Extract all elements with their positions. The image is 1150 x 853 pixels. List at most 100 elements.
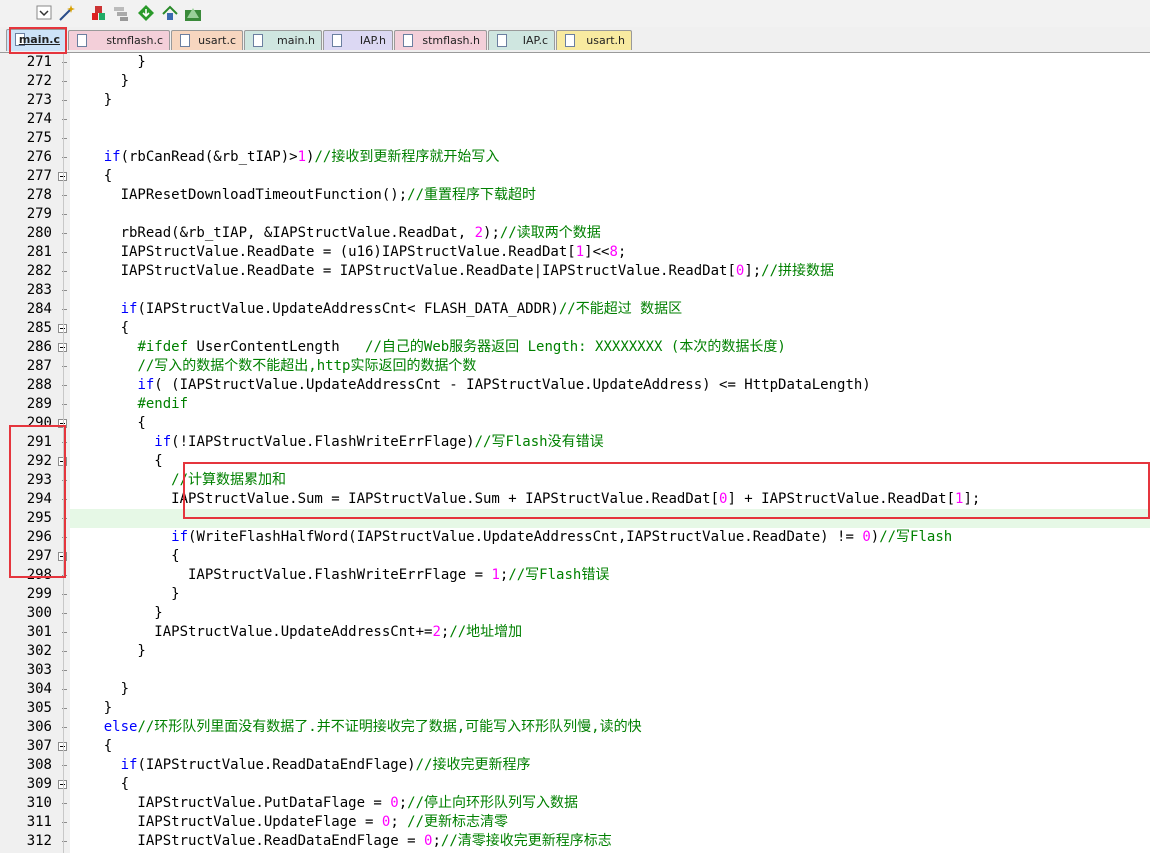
code-token: } — [70, 643, 146, 659]
code-token: //不能超过 数据区 — [558, 301, 683, 317]
line-number: 278 — [26, 187, 52, 203]
line-number: 304 — [26, 681, 52, 697]
code-token: if — [171, 529, 189, 545]
code-line: { — [70, 775, 129, 794]
line-number-gutter: 271 272 273 274 275 276 277 278 279 280 281 282 283 2… — [0, 53, 70, 853]
tab-iap-h[interactable]: IAP.h — [323, 30, 393, 50]
code-token: } — [70, 700, 113, 716]
code-line: //写入的数据个数不能超出,http实际返回的数据个数 — [70, 357, 476, 376]
line-number: 305 — [26, 700, 52, 716]
code-token: UserContentLength — [188, 339, 366, 355]
code-token: IAPStructValue.UpdateAddressCnt+= — [70, 624, 433, 640]
code-token: ; — [432, 833, 441, 849]
code-token: IAPStructValue.ReadDataEndFlage = — [70, 833, 425, 849]
code-token: (WriteFlashHalfWord(IAPStructValue.Updat… — [188, 529, 863, 545]
code-editor[interactable]: } } } if(rbCanRead(&rb_tIAP)>1)//接收到更新程序… — [70, 53, 1150, 853]
file-tab-bar: main.c stmflash.c usart.c main.h IAP.h stmfla… — [0, 27, 1150, 53]
line-number: 274 — [26, 111, 52, 127]
code-token: //自己的Web服务器返回 Length: XXXXXXXX (本次的数据长度) — [365, 339, 786, 355]
code-line: } — [70, 642, 146, 661]
batch-build-icon[interactable] — [112, 4, 130, 22]
code-line: } — [70, 604, 163, 623]
line-number: 298 — [26, 567, 52, 583]
tab-stmflash-h[interactable]: stmflash.h — [394, 30, 487, 50]
code-token: //接收完更新程序 — [415, 757, 531, 773]
code-token: } — [70, 73, 130, 89]
code-line: #endif — [70, 395, 188, 414]
code-line: IAPResetDownloadTimeoutFunction();//重置程序… — [70, 186, 536, 205]
line-number: 286 — [26, 339, 52, 355]
code-token: { — [70, 776, 130, 792]
code-line: IAPStructValue.ReadDate = IAPStructValue… — [70, 262, 834, 281]
code-token: 8 — [609, 244, 618, 260]
code-token: { — [70, 168, 113, 184]
code-line: if(!IAPStructValue.FlashWriteErrFlage)//… — [70, 433, 603, 452]
line-number: 295 — [26, 510, 52, 526]
line-number: 273 — [26, 92, 52, 108]
line-number: 307 — [26, 738, 52, 754]
line-number: 303 — [26, 662, 52, 678]
code-token: { — [70, 415, 146, 431]
line-number: 272 — [26, 73, 52, 89]
tab-label: stmflash.h — [422, 34, 480, 47]
code-token: //写入的数据个数不能超出,http实际返回的数据个数 — [137, 358, 477, 374]
code-line: //计算数据累加和 — [70, 471, 286, 490]
line-number: 311 — [26, 814, 52, 830]
line-number: 271 — [26, 54, 52, 70]
tab-stmflash-c[interactable]: stmflash.c — [68, 30, 170, 50]
code-line: if(rbCanRead(&rb_tIAP)>1)//接收到更新程序就开始写入 — [70, 148, 500, 167]
gutter-separator — [63, 53, 64, 853]
code-token: { — [70, 453, 163, 469]
code-line: if( (IAPStructValue.UpdateAddressCnt - I… — [70, 376, 871, 395]
line-number: 288 — [26, 377, 52, 393]
line-number: 276 — [26, 149, 52, 165]
insert-icon[interactable] — [161, 4, 179, 22]
tab-label: usart.h — [586, 34, 625, 47]
wand-icon[interactable] — [58, 4, 76, 22]
code-token: IAPStructValue.ReadDate = (u16)IAPStruct… — [70, 244, 576, 260]
debug-icon[interactable] — [184, 4, 202, 22]
tab-label: main.c — [18, 33, 60, 46]
code-token: //环形队列里面没有数据了.并不证明接收完了数据,可能写入环形队列慢,读的快 — [137, 719, 642, 735]
code-token: } — [70, 605, 163, 621]
line-number: 289 — [26, 396, 52, 412]
code-line: { — [70, 452, 163, 471]
line-number: 293 — [26, 472, 52, 488]
code-token: } — [70, 92, 113, 108]
code-line: if(IAPStructValue.ReadDataEndFlage)//接收完… — [70, 756, 531, 775]
dropdown-icon[interactable] — [36, 4, 54, 22]
code-token: ]; — [744, 263, 762, 279]
code-token: } — [70, 681, 130, 697]
line-number: 300 — [26, 605, 52, 621]
tab-main-c[interactable]: main.c — [6, 29, 67, 51]
line-number: 279 — [26, 206, 52, 222]
download-icon[interactable] — [137, 4, 155, 22]
code-token: (IAPStructValue.ReadDataEndFlage) — [137, 757, 416, 773]
code-token: 2 — [474, 225, 484, 241]
line-number: 284 — [26, 301, 52, 317]
code-line: } — [70, 53, 145, 72]
code-token: ( (IAPStructValue.UpdateAddressCnt - IAP… — [154, 377, 871, 393]
tab-usart-h[interactable]: usart.h — [556, 30, 632, 50]
tab-usart-c[interactable]: usart.c — [171, 30, 243, 50]
code-token: #ifdef — [137, 339, 189, 355]
code-line: IAPStructValue.FlashWriteErrFlage = 1;//… — [70, 566, 609, 585]
code-line: IAPStructValue.UpdateAddressCnt+=2;//地址增… — [70, 623, 522, 642]
code-line: } — [70, 680, 129, 699]
line-number: 309 — [26, 776, 52, 792]
tab-main-h[interactable]: main.h — [244, 30, 322, 50]
line-number: 312 — [26, 833, 52, 849]
line-number: 280 — [26, 225, 52, 241]
code-line: if(WriteFlashHalfWord(IAPStructValue.Upd… — [70, 528, 952, 547]
code-line: if(IAPStructValue.UpdateAddressCnt< FLAS… — [70, 300, 683, 319]
tab-iap-c[interactable]: IAP.c — [488, 30, 555, 50]
code-token: { — [70, 738, 113, 754]
code-token: //地址增加 — [449, 624, 523, 640]
build-icon[interactable] — [90, 4, 108, 22]
